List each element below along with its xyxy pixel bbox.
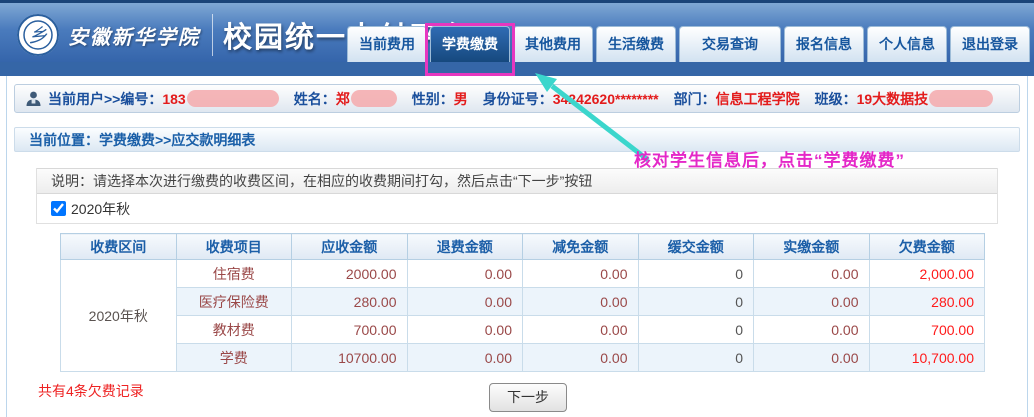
instruction-text: 说明：请选择本次进行缴费的收费区间，在相应的收费期间打勾，然后点击“下一步”按钮: [37, 168, 997, 194]
university-name: 安徽新华学院: [68, 21, 200, 50]
period-checkbox-row: 2020年秋: [37, 194, 997, 223]
svg-text:乡: 乡: [28, 25, 47, 47]
col-header-period: 收费区间: [61, 234, 177, 260]
col-header-waiver: 减免金额: [523, 234, 639, 260]
col-header-item: 收费项目: [176, 234, 292, 260]
page-right-edge: [1027, 76, 1028, 417]
table-row: 2020年秋 住宿费 2000.00 0.00 0.00 0 0.00 2,00…: [61, 260, 985, 288]
campus-payment-page: 乡 安徽新华学院 校园统一支付平台 当前费用 学费缴费 其他费用 生活缴费 交易…: [0, 0, 1034, 417]
user-icon: [25, 90, 42, 107]
header-bottom-strip: [0, 62, 1034, 76]
user-department-field: 部门：信息工程学院: [674, 89, 800, 109]
tab-transaction-query[interactable]: 交易查询: [679, 26, 781, 62]
col-header-due: 应收金额: [292, 234, 408, 260]
redaction-blob: [351, 90, 397, 107]
tab-personal-info[interactable]: 个人信息: [867, 26, 947, 62]
table-row: 教材费 700.00 0.00 0.00 0 0.00 700.00: [61, 316, 985, 344]
university-logo-icon: 乡: [16, 13, 60, 57]
col-header-paid: 实缴金额: [754, 234, 870, 260]
page-left-edge: [6, 76, 7, 417]
user-info-bar: 当前用户>>编号：183 姓名：郑 性别：男 身份证号：34242620****…: [14, 84, 1020, 113]
redaction-blob: [187, 90, 279, 107]
user-class-field: 班级：19大数据技: [815, 89, 994, 109]
tab-current-fees[interactable]: 当前费用: [347, 26, 427, 62]
tab-living-payment[interactable]: 生活缴费: [596, 26, 676, 62]
header: 乡 安徽新华学院 校园统一支付平台 当前费用 学费缴费 其他费用 生活缴费 交易…: [0, 0, 1034, 62]
table-row: 学费 10700.00 0.00 0.00 0 0.00 10,700.00: [61, 344, 985, 372]
user-idcard-field: 身份证号：34242620********: [483, 89, 659, 109]
tab-logout[interactable]: 退出登录: [950, 26, 1030, 62]
user-gender-field: 性别：男: [412, 89, 468, 109]
period-checkbox[interactable]: [51, 201, 66, 216]
col-header-owed: 欠费金额: [869, 234, 985, 260]
col-header-refund: 退费金额: [407, 234, 523, 260]
redaction-blob: [929, 90, 993, 107]
brand-divider: [212, 14, 213, 56]
period-cell: 2020年秋: [61, 260, 177, 372]
user-name-field: 姓名：郑: [294, 89, 397, 109]
tab-tuition-payment[interactable]: 学费缴费: [430, 26, 510, 62]
tab-other-fees[interactable]: 其他费用: [513, 26, 593, 62]
fee-table: 收费区间 收费项目 应收金额 退费金额 减免金额 缓交金额 实缴金额 欠费金额 …: [60, 233, 985, 372]
tab-registration-info[interactable]: 报名信息: [784, 26, 864, 62]
period-checkbox-label: 2020年秋: [71, 199, 130, 219]
annotation-text: 核对学生信息后，点击“学费缴费”: [634, 146, 905, 171]
user-id-field: 当前用户>>编号：183: [48, 89, 279, 109]
col-header-defer: 缓交金额: [638, 234, 754, 260]
arrears-summary: 共有4条欠费记录: [38, 381, 144, 401]
table-header-row: 收费区间 收费项目 应收金额 退费金额 减免金额 缓交金额 实缴金额 欠费金额: [61, 234, 985, 260]
selection-panel: 说明：请选择本次进行缴费的收费区间，在相应的收费期间打勾，然后点击“下一步”按钮…: [36, 168, 998, 224]
table-row: 医疗保险费 280.00 0.00 0.00 0 0.00 280.00: [61, 288, 985, 316]
next-step-button[interactable]: 下一步: [489, 383, 567, 412]
nav-tabs: 当前费用 学费缴费 其他费用 生活缴费 交易查询 报名信息 个人信息 退出登录: [347, 26, 1030, 62]
